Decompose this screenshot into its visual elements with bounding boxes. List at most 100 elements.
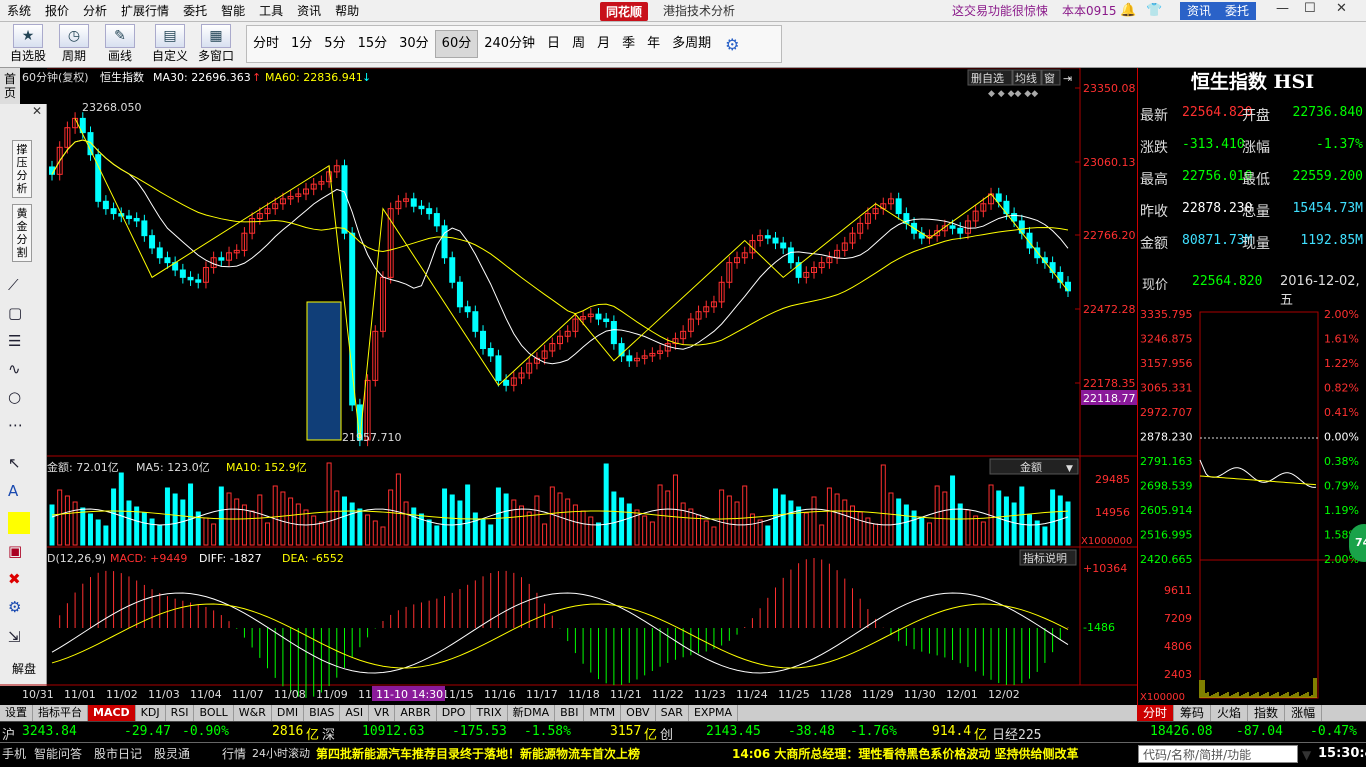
status-market[interactable]: 行情: [222, 745, 246, 763]
tab-16[interactable]: MTM: [584, 705, 622, 721]
tab-17[interactable]: OBV: [621, 705, 656, 721]
period-button[interactable]: ◷ 周期: [52, 24, 96, 63]
bell-icon[interactable]: 🔔: [1120, 3, 1136, 18]
right-tab-1[interactable]: 筹码: [1174, 705, 1212, 721]
menu-analysis[interactable]: 分析: [76, 0, 114, 22]
period-3[interactable]: 15分: [352, 31, 394, 57]
menu-smart[interactable]: 智能: [214, 0, 252, 22]
sh-amount: 2816: [272, 724, 304, 739]
gear-icon[interactable]: ⚙: [725, 35, 739, 54]
candle-body: [149, 235, 156, 249]
tab-18[interactable]: SAR: [656, 705, 689, 721]
trade-button[interactable]: 委托: [1218, 2, 1257, 20]
expand-icon[interactable]: ⇥: [1063, 72, 1072, 85]
period-7[interactable]: 日: [541, 31, 566, 57]
tab-2[interactable]: MACD: [88, 705, 136, 721]
period-2[interactable]: 5分: [318, 31, 351, 57]
menu-help[interactable]: 帮助: [328, 0, 366, 22]
tab-12[interactable]: DPO: [437, 705, 472, 721]
macd-value: MACD: +9449: [110, 552, 187, 565]
custom-button[interactable]: ▤ 自定义: [148, 24, 192, 63]
menu-extended[interactable]: 扩展行情: [114, 0, 176, 22]
intraday-price-tick: 2972.707: [1140, 406, 1193, 419]
tab-0[interactable]: 设置: [0, 705, 33, 721]
period-4[interactable]: 30分: [393, 31, 435, 57]
cursor-date-label: 11-10 14:30: [376, 688, 443, 701]
menu-quote[interactable]: 报价: [38, 0, 76, 22]
wave-polyline: [74, 118, 1069, 441]
tab-11[interactable]: ARBR: [395, 705, 437, 721]
floating-badge[interactable]: 74: [1349, 524, 1366, 562]
chart-area[interactable]: 60分钟(复权) 恒生指数 MA30: 22696.363 ↑ MA60: 22…: [0, 68, 1137, 705]
period-0[interactable]: 分时: [247, 31, 285, 57]
news-headline-1[interactable]: 第四批新能源汽车推荐目录终于落地！新能源物流车首次上榜: [316, 745, 640, 763]
search-chevron-icon[interactable]: ▼: [1302, 746, 1311, 764]
period-5[interactable]: 60分: [434, 30, 479, 58]
volume-bar: [973, 515, 979, 546]
tab-7[interactable]: DMI: [272, 705, 305, 721]
period-12[interactable]: 多周期: [666, 31, 717, 57]
minimize-icon[interactable]: —: [1276, 1, 1289, 16]
news-button[interactable]: 资讯: [1180, 2, 1219, 20]
period-11[interactable]: 年: [641, 31, 666, 57]
tab-10[interactable]: VR: [369, 705, 396, 721]
status-mobile[interactable]: 手机: [2, 745, 26, 763]
tab-9[interactable]: ASI: [340, 705, 370, 721]
watchlist-button[interactable]: ★ 自选股: [6, 24, 50, 63]
tab-14[interactable]: 新DMA: [508, 705, 556, 721]
tab-15[interactable]: BBI: [555, 705, 585, 721]
user-name[interactable]: 本本0915: [1062, 0, 1117, 22]
status-diary[interactable]: 股市日记: [94, 745, 142, 763]
candle-body: [895, 198, 902, 215]
multiwindow-button[interactable]: ▦ 多窗口: [194, 24, 238, 63]
tab-6[interactable]: W&R: [234, 705, 272, 721]
tab-3[interactable]: KDJ: [136, 705, 166, 721]
volume-bar: [203, 517, 209, 546]
status-24h[interactable]: 24小时滚动: [252, 745, 310, 763]
intraday-vol-tick: 7209: [1164, 612, 1192, 625]
amount-label: 金额: 72.01亿: [47, 460, 119, 474]
status-gulingtong[interactable]: 股灵通: [154, 745, 190, 763]
tab-13[interactable]: TRIX: [471, 705, 508, 721]
volume-bar: [919, 516, 925, 546]
draw-button[interactable]: ✎ 画线: [98, 24, 142, 63]
right-tab-2[interactable]: 火焰: [1211, 705, 1249, 721]
close-icon[interactable]: ✕: [1336, 1, 1347, 16]
news-headline-2[interactable]: 14:06 大商所总经理：理性看待黑色系价格波动 坚持供给侧改革: [732, 745, 1079, 763]
volume-bar: [626, 503, 632, 546]
menu-trade[interactable]: 委托: [176, 0, 214, 22]
tab-19[interactable]: EXPMA: [689, 705, 739, 721]
status-qa[interactable]: 智能问答: [34, 745, 82, 763]
selection-box[interactable]: [306, 301, 342, 441]
period-8[interactable]: 周: [566, 31, 591, 57]
date-tick: 11/15: [442, 688, 474, 701]
maximize-icon[interactable]: ☐: [1304, 1, 1316, 16]
period-10[interactable]: 季: [616, 31, 641, 57]
tab-8[interactable]: BIAS: [304, 705, 341, 721]
date-axis: 10/31 11/01 11/02 11/03 11/04 11/07 11/08 11/09…: [22, 688, 1020, 701]
period-6[interactable]: 240分钟: [478, 31, 541, 57]
menu-tools[interactable]: 工具: [252, 0, 290, 22]
code-search-input[interactable]: 代码/名称/简拼/功能: [1138, 745, 1298, 763]
quote-row: 最高 22756.010 最低 22559.200: [1138, 162, 1366, 194]
promo-link[interactable]: 这交易功能很惊悚: [952, 0, 1048, 22]
menu-system[interactable]: 系统: [0, 0, 38, 22]
tab-5[interactable]: BOLL: [194, 705, 234, 721]
date-tick: 10/31: [22, 688, 54, 701]
right-tab-0[interactable]: 分时: [1137, 705, 1175, 721]
tab-1[interactable]: 指标平台: [33, 705, 88, 721]
shirt-icon[interactable]: 👕: [1146, 3, 1162, 18]
indicator-tabs: 设置 指标平台 MACD KDJ RSI BOLL W&R DMI BIAS ASI VR ARBR D…: [0, 705, 1137, 721]
period-1[interactable]: 1分: [285, 31, 318, 57]
quote-label: 涨跌: [1140, 140, 1168, 156]
right-tab-4[interactable]: 涨幅: [1285, 705, 1323, 721]
intraday-chart[interactable]: 3335.795 2.00% 3246.875 1.61% 3157.956 1.22% 3…: [1138, 298, 1366, 708]
current-price-text: 22118.77: [1083, 392, 1136, 405]
candle-body: [1065, 281, 1071, 292]
right-tab-3[interactable]: 指数: [1248, 705, 1286, 721]
period-9[interactable]: 月: [591, 31, 616, 57]
intraday-price-tick: 2420.665: [1140, 553, 1193, 566]
tab-4[interactable]: RSI: [166, 705, 195, 721]
menu-info[interactable]: 资讯: [290, 0, 328, 22]
quote-label: 金额: [1140, 236, 1168, 252]
